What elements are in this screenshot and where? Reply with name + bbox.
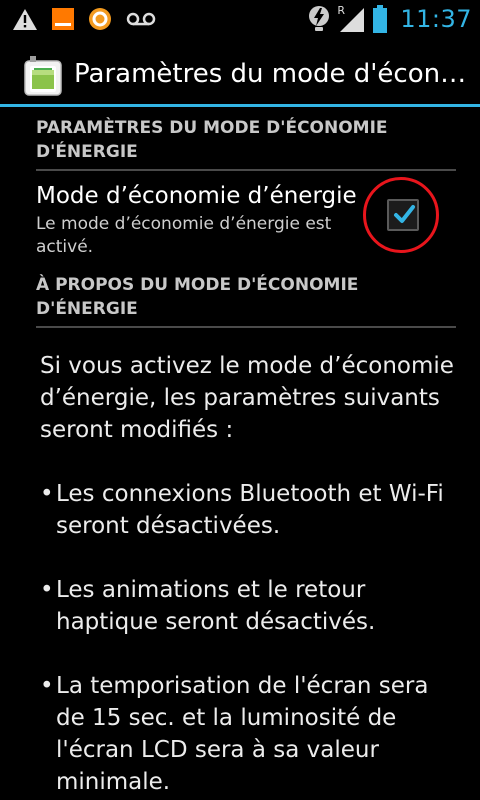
list-item: • Les connexions Bluetooth et Wi-Fi sero…: [40, 478, 456, 542]
page-title: Paramètres du mode d'économie d'énergie: [74, 59, 470, 89]
system-icons: R 11:37: [308, 0, 472, 38]
preference-summary: Le mode d’économie d’énergie est activé.: [36, 214, 332, 257]
list-item: • Les animations et le retour haptique s…: [40, 574, 456, 638]
roaming-letter: R: [337, 4, 345, 17]
flash-icon: [308, 5, 330, 33]
category-header-settings: PARAMÈTRES DU MODE D'ÉCONOMIE D'ÉNERGIE: [36, 108, 456, 171]
app-notification-icon: [88, 7, 112, 31]
preference-title: Mode d’économie d’énergie: [36, 183, 356, 209]
changes-list: • Les connexions Bluetooth et Wi-Fi sero…: [40, 478, 456, 798]
carrier-icon: [52, 8, 74, 30]
battery-settings-icon[interactable]: [22, 54, 64, 96]
action-bar: Paramètres du mode d'économie d'énergie: [0, 38, 480, 108]
action-bar-divider: [0, 104, 480, 107]
notification-icons: [12, 0, 156, 38]
about-description: Si vous activez le mode d’économie d’éne…: [40, 350, 456, 798]
list-item-text: Les connexions Bluetooth et Wi-Fi seront…: [56, 481, 444, 539]
warning-icon: [12, 7, 38, 31]
category-header-about: À PROPOS DU MODE D'ÉCONOMIE D'ÉNERGIE: [36, 265, 456, 328]
highlight-circle: [363, 177, 439, 253]
settings-list: PARAMÈTRES DU MODE D'ÉCONOMIE D'ÉNERGIE …: [0, 108, 480, 800]
list-item-text: Les animations et le retour haptique ser…: [56, 577, 376, 635]
bullet: •: [40, 673, 54, 699]
battery-icon: [372, 5, 388, 33]
roaming-signal-icon: R: [337, 4, 365, 32]
clock: 11:37: [400, 5, 472, 33]
bullet: •: [40, 481, 54, 507]
status-bar: R 11:37: [0, 0, 480, 38]
list-item: • La temporisation de l'écran sera de 15…: [40, 670, 456, 798]
about-intro: Si vous activez le mode d’économie d’éne…: [40, 353, 454, 443]
bullet: •: [40, 577, 54, 603]
voicemail-icon: [126, 11, 156, 27]
power-saving-mode-preference[interactable]: Mode d’économie d’énergie Le mode d’écon…: [36, 171, 456, 265]
list-item-text: La temporisation de l'écran sera de 15 s…: [56, 673, 429, 795]
screen: R 11:37 Paramètres du mode d'économi: [0, 0, 480, 800]
